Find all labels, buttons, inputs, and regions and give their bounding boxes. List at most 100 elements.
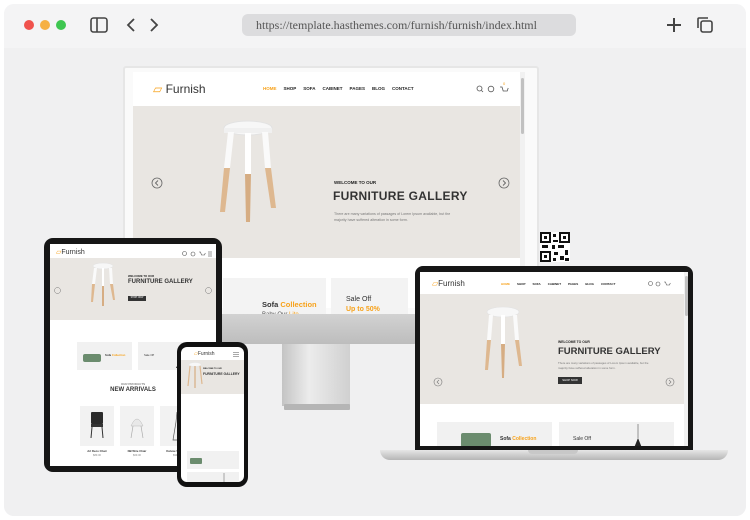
laptop-header-icons bbox=[648, 281, 671, 287]
sofa-logo-icon: ▱ bbox=[153, 82, 163, 96]
logo-text: Furnish bbox=[165, 82, 206, 96]
back-arrow-icon[interactable] bbox=[125, 17, 137, 33]
desktop-scroll-thumb[interactable] bbox=[521, 78, 524, 134]
pendant-lamp-image bbox=[223, 473, 225, 482]
laptop-banner-sofa-highlight: Collection bbox=[512, 436, 537, 442]
search-icon[interactable] bbox=[182, 251, 187, 256]
laptop-banner-sale-title: Sale Off bbox=[573, 436, 591, 442]
laptop-logo[interactable]: ▱Furnish bbox=[432, 279, 465, 288]
search-icon[interactable] bbox=[476, 85, 483, 92]
tablet-hero bbox=[50, 258, 216, 320]
banner-sale-highlight: Up to 50% bbox=[346, 306, 380, 313]
laptop-stool-image bbox=[485, 306, 522, 378]
phone-stool-image bbox=[187, 362, 203, 388]
nav-item-sofa[interactable]: SOFA bbox=[303, 86, 315, 91]
laptop-slider-prev-icon[interactable] bbox=[433, 377, 443, 387]
phone-logo[interactable]: ▱Furnish bbox=[194, 351, 215, 357]
phone-menu-icon[interactable] bbox=[233, 352, 239, 357]
minimize-window-button[interactable] bbox=[40, 20, 50, 30]
settings-icon[interactable] bbox=[487, 85, 495, 93]
laptop-banner-sale[interactable]: Sale Off bbox=[559, 422, 674, 446]
main-nav: HOME SHOP SOFA CABINET PAGES BLOG CONTACT bbox=[263, 86, 421, 91]
product-card[interactable] bbox=[80, 406, 114, 446]
phone-screen: ▱Furnish WELCOME TO OUR FURNITURE GALLER… bbox=[181, 347, 244, 482]
forward-arrow-icon[interactable] bbox=[148, 17, 160, 33]
cart-icon[interactable] bbox=[500, 86, 509, 92]
tablet-hero-title: FURNITURE GALLERY bbox=[128, 279, 193, 285]
tablet-banner-sofa[interactable]: Sofa Collection bbox=[77, 342, 132, 370]
slider-prev-icon[interactable] bbox=[151, 177, 163, 189]
nav-item-blog[interactable]: BLOG bbox=[585, 282, 594, 286]
tablet-hero-kicker: WELCOME TO OUR bbox=[128, 274, 155, 278]
product-price: $69.00 bbox=[133, 454, 141, 457]
nav-item-shop[interactable]: SHOP bbox=[517, 282, 526, 286]
laptop-slider-next-icon[interactable] bbox=[665, 377, 675, 387]
laptop-screen: ▱Furnish HOME SHOP SOFA CABINET PAGES BLOG CON… bbox=[420, 272, 688, 446]
laptop-logo-text: Furnish bbox=[438, 279, 465, 288]
settings-icon[interactable] bbox=[190, 251, 196, 257]
nav-item-home[interactable]: HOME bbox=[501, 282, 510, 286]
tablet-slider-next-icon[interactable] bbox=[205, 287, 212, 294]
laptop-banner-sofa-title: Sofa bbox=[500, 436, 511, 442]
monitor-chin bbox=[217, 314, 417, 344]
tablet-banner-sale-title: Sale Off bbox=[144, 353, 155, 357]
tablet-stool-image bbox=[91, 262, 115, 306]
close-window-button[interactable] bbox=[24, 20, 34, 30]
nav-item-pages[interactable]: PAGES bbox=[350, 86, 365, 91]
laptop-hinge-notch bbox=[528, 450, 578, 454]
maximize-window-button[interactable] bbox=[56, 20, 66, 30]
nav-item-blog[interactable]: BLOG bbox=[372, 86, 385, 91]
tablet-header-icons bbox=[182, 251, 212, 257]
sidebar-toggle-icon[interactable] bbox=[90, 17, 108, 33]
product-price: $89.00 bbox=[93, 454, 101, 457]
address-bar[interactable]: https://template.hasthemes.com/furnish/f… bbox=[242, 14, 576, 36]
tablet-slider-prev-icon[interactable] bbox=[54, 287, 61, 294]
new-tab-plus-icon[interactable] bbox=[666, 17, 682, 33]
nav-item-shop[interactable]: SHOP bbox=[284, 86, 297, 91]
laptop-hero-kicker: WELCOME TO OUR bbox=[558, 340, 590, 344]
pendant-lamp-image bbox=[634, 424, 642, 446]
product-name[interactable]: Art Deco Chair bbox=[80, 449, 114, 453]
hero-title: FURNITURE GALLERY bbox=[333, 189, 468, 203]
laptop-shop-now-button[interactable]: SHOP NOW bbox=[558, 377, 582, 384]
search-icon[interactable] bbox=[648, 281, 653, 286]
chair-image bbox=[90, 412, 104, 438]
banner-sale-title: Sale Off bbox=[346, 296, 372, 303]
nav-item-sofa[interactable]: SOFA bbox=[533, 282, 541, 286]
nav-item-cabinet[interactable]: CABINET bbox=[548, 282, 561, 286]
hero-kicker: WELCOME TO OUR bbox=[334, 180, 377, 185]
page-viewport: ▱ Furnish HOME SHOP SOFA CABINET PAGES BLOG CO… bbox=[4, 48, 746, 516]
nav-item-contact[interactable]: CONTACT bbox=[392, 86, 414, 91]
settings-icon[interactable] bbox=[655, 281, 661, 287]
browser-toolbar: https://template.hasthemes.com/furnish/f… bbox=[4, 4, 746, 48]
tablet-logo[interactable]: ▱Furnish bbox=[56, 248, 85, 256]
phone-banner-sofa[interactable] bbox=[187, 451, 239, 469]
tablet-shop-now-button[interactable]: SHOP NOW bbox=[128, 296, 146, 301]
nav-item-cabinet[interactable]: CABINET bbox=[323, 86, 343, 91]
slider-next-icon[interactable] bbox=[498, 177, 510, 189]
cart-icon[interactable] bbox=[199, 251, 206, 256]
wire-chair-image bbox=[130, 418, 144, 439]
laptop-hero-text-line1: There are many variations of passages of… bbox=[558, 361, 649, 365]
hero-text-line2: majority have suffered alteration in som… bbox=[334, 218, 408, 222]
monitor-stand-neck bbox=[282, 344, 350, 406]
laptop-hero-text-line2: majority have suffered alteration in som… bbox=[558, 366, 616, 370]
laptop-hero-title: FURNITURE GALLERY bbox=[558, 346, 661, 357]
tablet-banner-sofa-highlight: Collection bbox=[111, 353, 126, 357]
product-card[interactable] bbox=[120, 406, 154, 446]
site-logo[interactable]: ▱ Furnish bbox=[153, 82, 206, 96]
laptop-banner-sofa[interactable]: Sofa Collection bbox=[437, 422, 552, 446]
tablet-banner-sofa-title: Sofa bbox=[105, 353, 112, 357]
product-name[interactable]: NB Wire Chair bbox=[120, 449, 154, 453]
nav-item-home[interactable]: HOME bbox=[263, 86, 277, 91]
stool-image bbox=[220, 120, 276, 222]
phone-hero-title: FURNITURE GALLERY bbox=[203, 372, 240, 376]
browser-window: https://template.hasthemes.com/furnish/f… bbox=[4, 4, 746, 516]
phone-banner-sale[interactable] bbox=[187, 472, 239, 482]
nav-item-pages[interactable]: PAGES bbox=[568, 282, 578, 286]
cart-icon[interactable] bbox=[664, 281, 671, 286]
laptop-scroll-thumb[interactable] bbox=[684, 276, 688, 316]
nav-item-contact[interactable]: CONTACT bbox=[601, 282, 615, 286]
laptop-main-nav: HOME SHOP SOFA CABINET PAGES BLOG CONTACT bbox=[501, 282, 622, 286]
tabs-overview-icon[interactable] bbox=[696, 16, 714, 34]
